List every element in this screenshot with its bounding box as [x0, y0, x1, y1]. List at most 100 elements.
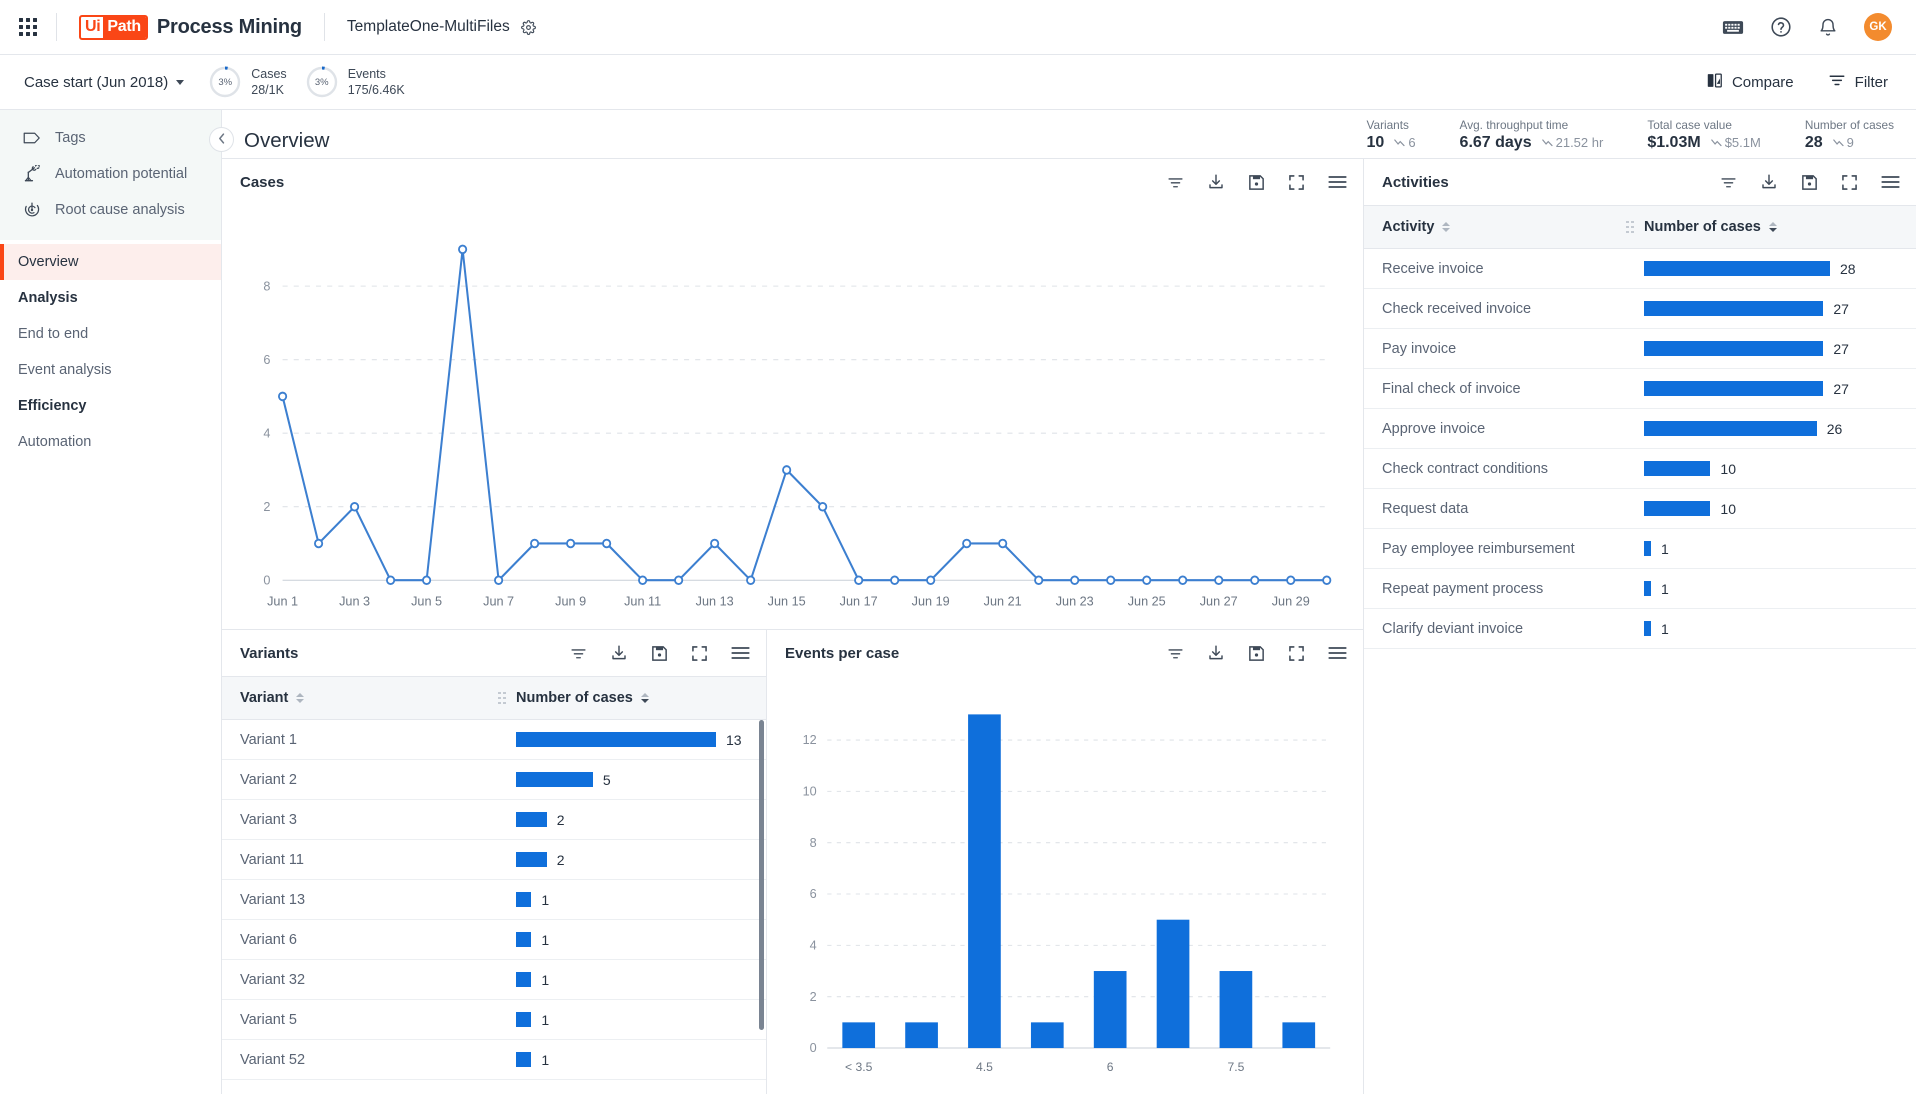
- chart-events-per-case[interactable]: 024681012< 3.54.567.59: [767, 676, 1363, 1094]
- variants-scrollbar[interactable]: [759, 720, 764, 1094]
- filter-button[interactable]: Filter: [1828, 71, 1888, 93]
- sidebar-item-event-analysis[interactable]: Event analysis: [0, 352, 221, 388]
- bar: [516, 932, 532, 947]
- kpi-label: Total case value: [1647, 118, 1732, 132]
- sidebar-item-end-to-end[interactable]: End to end: [0, 316, 221, 352]
- variant-bar-cell: 1: [516, 972, 549, 988]
- column-drag-handle[interactable]: [1616, 220, 1644, 234]
- help-circle-icon[interactable]: [1770, 16, 1792, 38]
- fullscreen-icon[interactable]: [1288, 174, 1305, 191]
- download-icon[interactable]: [1207, 644, 1225, 662]
- svg-text:Jun 17: Jun 17: [840, 593, 878, 608]
- compare-button[interactable]: Compare: [1706, 72, 1794, 93]
- panel-title: Events per case: [785, 644, 900, 662]
- donut-percent-events: 3%: [314, 76, 329, 88]
- table-row[interactable]: Variant 11 2: [222, 840, 766, 880]
- sidebar-item-label: Root cause analysis: [55, 202, 185, 218]
- app-grid-button[interactable]: [0, 18, 56, 36]
- column-header-number-of-cases[interactable]: Number of cases: [1644, 219, 1777, 235]
- scrollbar-thumb[interactable]: [759, 720, 764, 1031]
- table-row[interactable]: Variant 1 13: [222, 720, 766, 760]
- bar-value: 1: [541, 1011, 550, 1028]
- kpi-value: 10: [1366, 134, 1385, 151]
- scope-cases-text: Cases 28/1K: [251, 66, 286, 98]
- bar-value: 27: [1833, 340, 1849, 357]
- sidebar-item-tags[interactable]: Tags: [0, 120, 221, 156]
- activity-name: Pay employee reimbursement: [1382, 540, 1575, 557]
- sidebar-item-overview[interactable]: Overview: [0, 244, 221, 280]
- gear-icon[interactable]: [520, 19, 536, 35]
- table-row[interactable]: Variant 6 1: [222, 920, 766, 960]
- sidebar-item-label: Event analysis: [18, 362, 112, 378]
- table-row[interactable]: Clarify deviant invoice 1: [1364, 609, 1916, 649]
- bar-value: 27: [1833, 300, 1849, 317]
- filter-icon[interactable]: [1167, 174, 1184, 191]
- keyboard-icon[interactable]: [1722, 19, 1744, 36]
- scope-cases[interactable]: 3% Cases 28/1K: [208, 65, 287, 99]
- save-icon[interactable]: [1248, 645, 1265, 662]
- table-row[interactable]: Check contract conditions 10: [1364, 449, 1916, 489]
- filter-icon[interactable]: [1167, 645, 1184, 662]
- activity-name: Request data: [1382, 500, 1469, 517]
- menu-icon[interactable]: [1328, 645, 1347, 661]
- fullscreen-icon[interactable]: [1288, 645, 1305, 662]
- fullscreen-icon[interactable]: [1841, 174, 1858, 191]
- project-selector[interactable]: TemplateOne-MultiFiles: [325, 18, 536, 36]
- menu-icon[interactable]: [1328, 174, 1347, 190]
- kpi-value: 28: [1804, 134, 1823, 151]
- chart-cases[interactable]: 0 2 4 6 8 Jun 1 Jun 3 Jun 5 Jun 7 Jun 9 Jun 11 Jun …: [222, 205, 1363, 629]
- fullscreen-icon[interactable]: [691, 645, 708, 662]
- table-row[interactable]: Variant 52 1: [222, 1040, 766, 1080]
- table-row[interactable]: Variant 3 2: [222, 800, 766, 840]
- column-header-number-of-cases[interactable]: Number of cases: [516, 690, 649, 706]
- filter-icon[interactable]: [1720, 174, 1737, 191]
- table-row[interactable]: Approve invoice 26: [1364, 409, 1916, 449]
- filter-bar: Case start (Jun 2018) 3% Cases 28/1K 3% …: [0, 55, 1916, 110]
- variants-table-body[interactable]: Variant 1 13 Variant 2 5 Variant 3 2 Variant 1…: [222, 720, 766, 1094]
- scope-events[interactable]: 3% Events 175/6.46K: [305, 65, 405, 99]
- bar: [1644, 381, 1824, 396]
- download-icon[interactable]: [1207, 173, 1225, 191]
- column-drag-handle[interactable]: [488, 691, 516, 705]
- table-row[interactable]: Pay employee reimbursement 1: [1364, 529, 1916, 569]
- table-row[interactable]: Check received invoice 27: [1364, 289, 1916, 329]
- sidebar-item-automation[interactable]: Automation: [0, 424, 221, 460]
- panel-title: Variants: [240, 644, 299, 662]
- save-icon[interactable]: [651, 645, 668, 662]
- table-row[interactable]: Variant 32 1: [222, 960, 766, 1000]
- sidebar-collapse-button[interactable]: [209, 127, 234, 152]
- table-row[interactable]: Final check of invoice 27: [1364, 369, 1916, 409]
- table-row[interactable]: Receive invoice 28: [1364, 249, 1916, 289]
- sidebar-item-automation-potential[interactable]: Automation potential: [0, 156, 221, 192]
- case-start-dropdown[interactable]: Case start (Jun 2018): [0, 74, 208, 91]
- svg-text:8: 8: [263, 278, 270, 293]
- save-icon[interactable]: [1248, 174, 1265, 191]
- download-icon[interactable]: [610, 644, 628, 662]
- activities-table-body[interactable]: Receive invoice 28 Check received invoice 2…: [1364, 249, 1916, 1094]
- sidebar-item-label: Efficiency: [18, 398, 87, 414]
- panel-toolbar: [1720, 173, 1900, 191]
- kpi-previous: 9: [1832, 135, 1854, 150]
- table-row[interactable]: Repeat payment process 1: [1364, 569, 1916, 609]
- table-row[interactable]: Variant 5 1: [222, 1000, 766, 1040]
- bar-value: 1: [1661, 540, 1669, 557]
- avatar[interactable]: GK: [1864, 13, 1892, 41]
- sidebar-item-root-cause-analysis[interactable]: Root cause analysis: [0, 192, 221, 228]
- events-per-case-bar-chart: 024681012< 3.54.567.59: [803, 714, 1331, 1074]
- menu-icon[interactable]: [731, 645, 750, 661]
- table-row[interactable]: Request data 10: [1364, 489, 1916, 529]
- column-header-activity[interactable]: Activity: [1364, 219, 1616, 235]
- table-row[interactable]: Variant 2 5: [222, 760, 766, 800]
- brand[interactable]: Ui Path Process Mining: [57, 14, 324, 40]
- menu-icon[interactable]: [1881, 174, 1900, 190]
- download-icon[interactable]: [1760, 173, 1778, 191]
- column-header-variant[interactable]: Variant: [222, 690, 488, 706]
- save-icon[interactable]: [1801, 174, 1818, 191]
- table-row[interactable]: Variant 13 1: [222, 880, 766, 920]
- bell-icon[interactable]: [1818, 17, 1838, 38]
- filter-icon[interactable]: [570, 645, 587, 662]
- sidebar-item-efficiency[interactable]: Efficiency: [0, 388, 221, 424]
- sidebar-item-analysis[interactable]: Analysis: [0, 280, 221, 316]
- table-row[interactable]: Pay invoice 27: [1364, 329, 1916, 369]
- panel-header-events-per-case: Events per case: [767, 630, 1363, 676]
